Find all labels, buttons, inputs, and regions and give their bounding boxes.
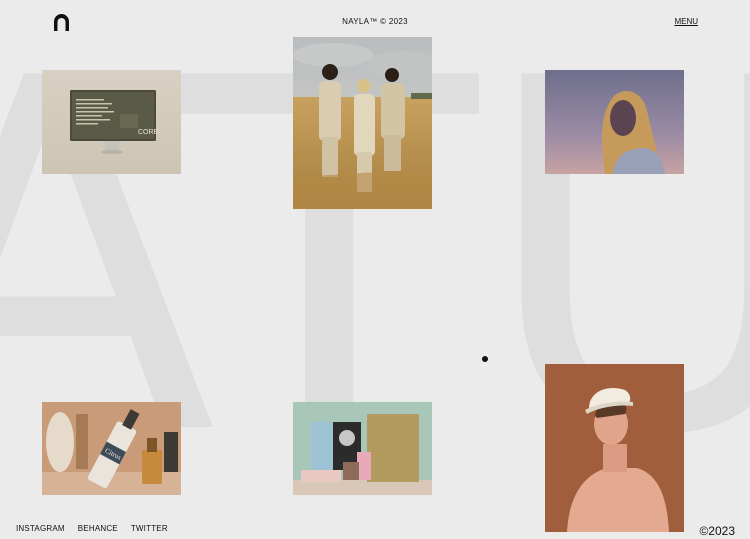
twitter-link[interactable]: TWITTER bbox=[131, 524, 168, 533]
gallery-tile-monitor[interactable]: CORE bbox=[42, 70, 181, 174]
sunset-portrait-image bbox=[545, 70, 684, 174]
instagram-link[interactable]: INSTAGRAM bbox=[16, 524, 65, 533]
gallery-tile-sailor-portrait[interactable] bbox=[545, 364, 684, 532]
behance-link[interactable]: BEHANCE bbox=[78, 524, 118, 533]
gallery-tile-wheat-field[interactable] bbox=[293, 37, 432, 209]
scroll-dot bbox=[482, 356, 488, 362]
monitor-mockup-image: CORE bbox=[42, 70, 181, 174]
social-links: INSTAGRAM BEHANCE TWITTER bbox=[16, 524, 168, 533]
footer-copyright: ©2023 bbox=[699, 524, 735, 538]
site-title: NAYLA™ © 2023 bbox=[342, 17, 408, 26]
gallery-tile-bottles[interactable]: Citrus bbox=[42, 402, 181, 495]
monitor-screen-text: CORE bbox=[138, 129, 159, 136]
stationery-set-image bbox=[293, 402, 432, 495]
menu-link[interactable]: MENU bbox=[674, 17, 698, 26]
gallery-tile-stationery[interactable] bbox=[293, 402, 432, 495]
gallery-tile-sunset-portrait[interactable] bbox=[545, 70, 684, 174]
sailor-portrait-image bbox=[545, 364, 684, 532]
page: ATURE NAYLA™ © 2023 MENU bbox=[0, 0, 750, 539]
bottles-still-life-image: Citrus bbox=[42, 402, 181, 495]
wheat-field-image bbox=[293, 37, 432, 209]
